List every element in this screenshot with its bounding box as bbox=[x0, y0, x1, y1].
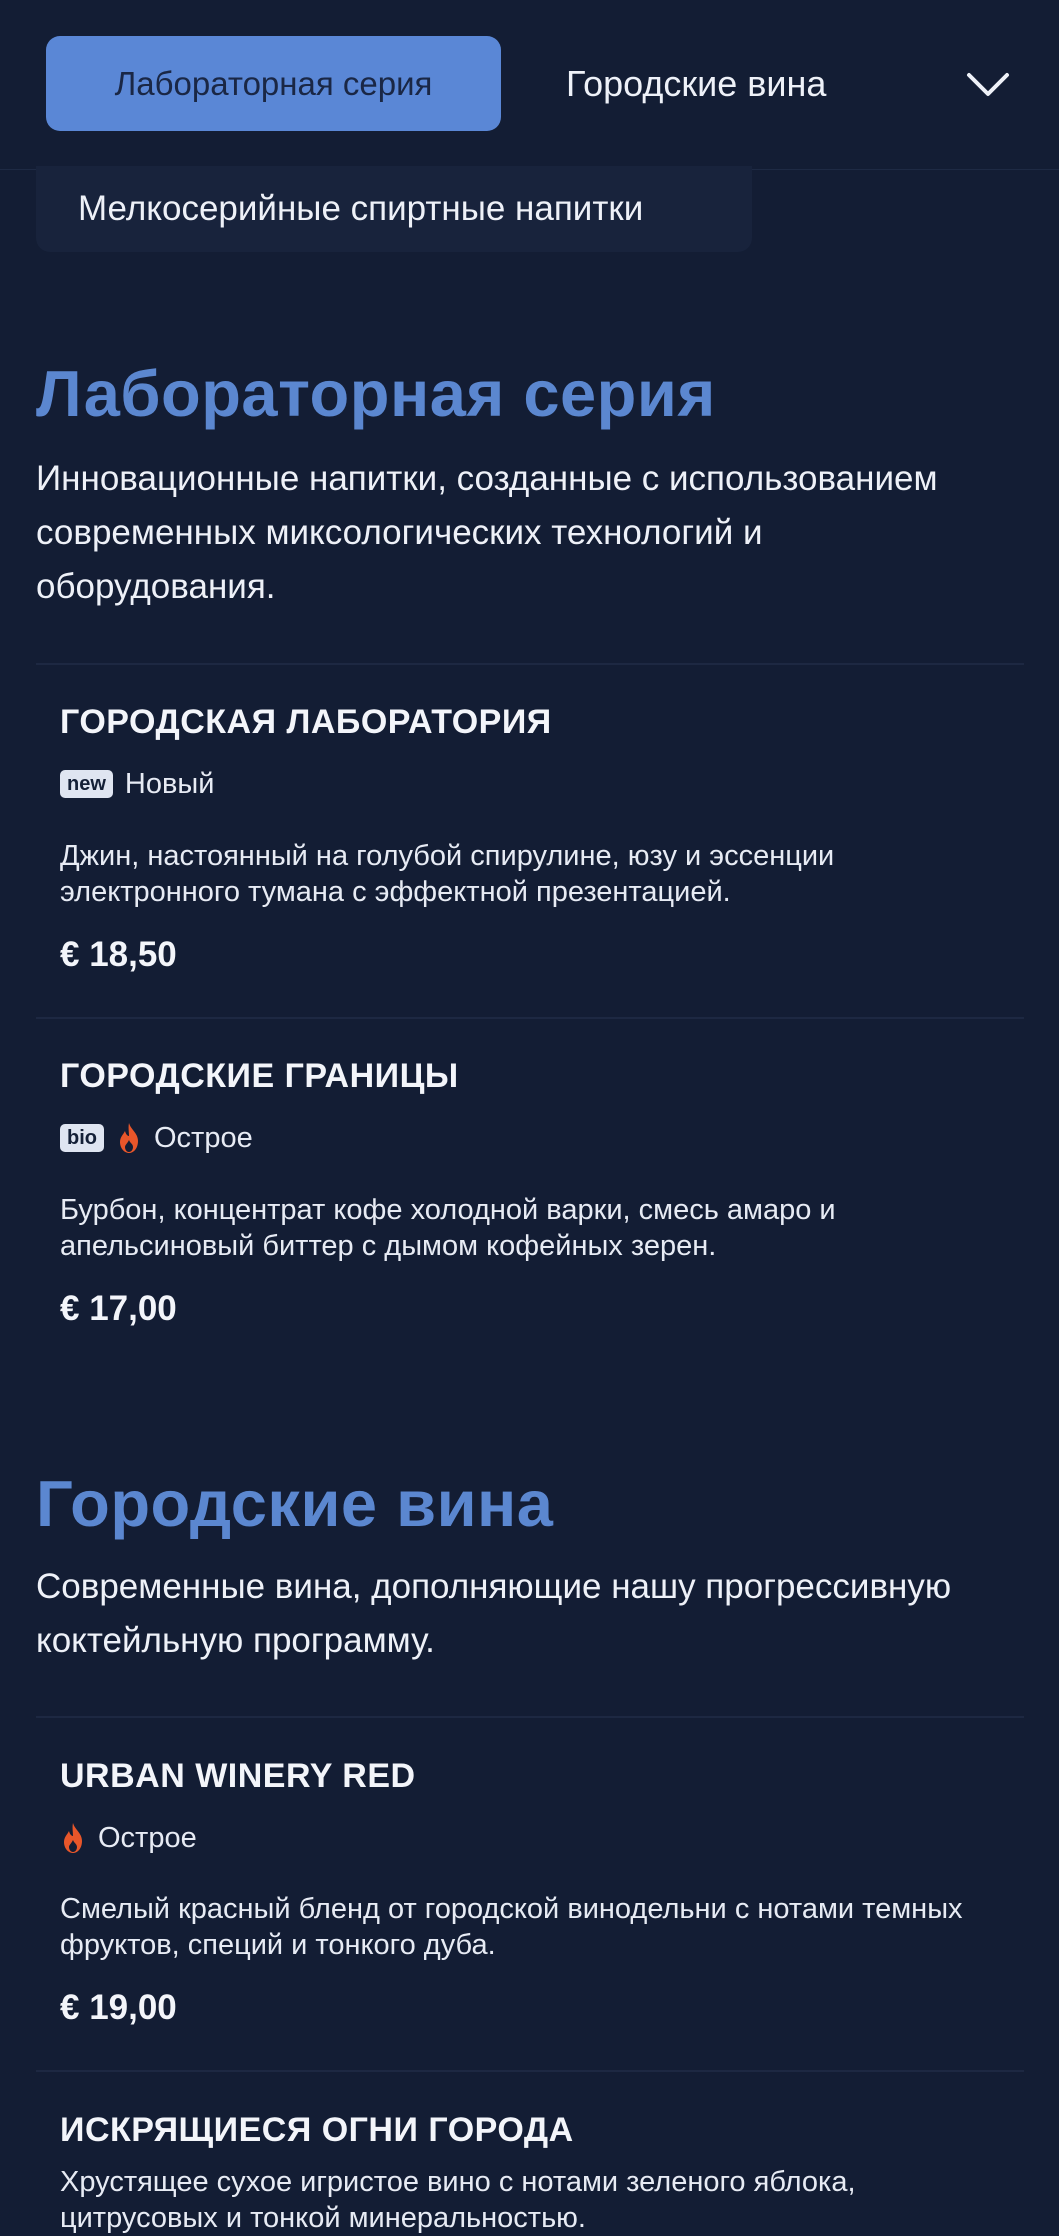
menu-item-tags: new Новый bbox=[60, 764, 214, 804]
menu-item-description: Смелый красный бленд от городской виноде… bbox=[60, 1893, 963, 1961]
dropdown-item-small-batch-spirits[interactable]: Мелкосерийные спиртные напитки bbox=[36, 166, 752, 252]
menu-item-price: € 17,00 bbox=[60, 1289, 177, 1328]
section-title-city-wines: Городские вина bbox=[36, 1467, 554, 1540]
tag-label: Острое bbox=[98, 1821, 197, 1854]
divider bbox=[36, 663, 1024, 665]
menu-item-tags: bio Острое bbox=[60, 1118, 253, 1158]
divider bbox=[36, 1716, 1024, 1718]
new-badge: new bbox=[60, 770, 113, 798]
menu-item-price: € 19,00 bbox=[60, 1988, 177, 2027]
menu-item-price: € 18,50 bbox=[60, 935, 177, 974]
section-description: Инновационные напитки, созданные с испол… bbox=[36, 459, 938, 606]
menu-item-tags: Острое bbox=[60, 1818, 197, 1858]
menu-item-description: Бурбон, концентрат кофе холодной варки, … bbox=[60, 1194, 836, 1262]
tag-label: Новый bbox=[124, 767, 215, 800]
divider bbox=[36, 2070, 1024, 2072]
tag-label: Острое bbox=[154, 1121, 253, 1154]
menu-item-name: ГОРОДСКАЯ ЛАБОРАТОРИЯ bbox=[60, 703, 552, 741]
divider bbox=[36, 1017, 1024, 1019]
bio-badge: bio bbox=[60, 1124, 104, 1152]
menu-item-name: URBAN WINERY RED bbox=[60, 1757, 416, 1795]
tab-city-wines[interactable]: Городские вина bbox=[566, 36, 826, 131]
flame-icon bbox=[60, 1822, 86, 1854]
flame-icon bbox=[116, 1122, 142, 1154]
tab-lab-series[interactable]: Лабораторная серия bbox=[46, 36, 501, 131]
section-description: Современные вина, дополняющие нашу прогр… bbox=[36, 1567, 952, 1660]
menu-item-description: Джин, настоянный на голубой спирулине, ю… bbox=[60, 840, 835, 908]
chevron-down-icon[interactable] bbox=[963, 60, 1013, 110]
menu-item-name: ГОРОДСКИЕ ГРАНИЦЫ bbox=[60, 1057, 459, 1095]
section-title-lab-series: Лабораторная серия bbox=[36, 357, 716, 430]
menu-item-name: ИСКРЯЩИЕСЯ ОГНИ ГОРОДА bbox=[60, 2111, 574, 2149]
category-nav: Лабораторная серия Городские вина bbox=[0, 0, 1059, 170]
menu-item-description: Хрустящее сухое игристое вино с нотами з… bbox=[60, 2166, 856, 2234]
